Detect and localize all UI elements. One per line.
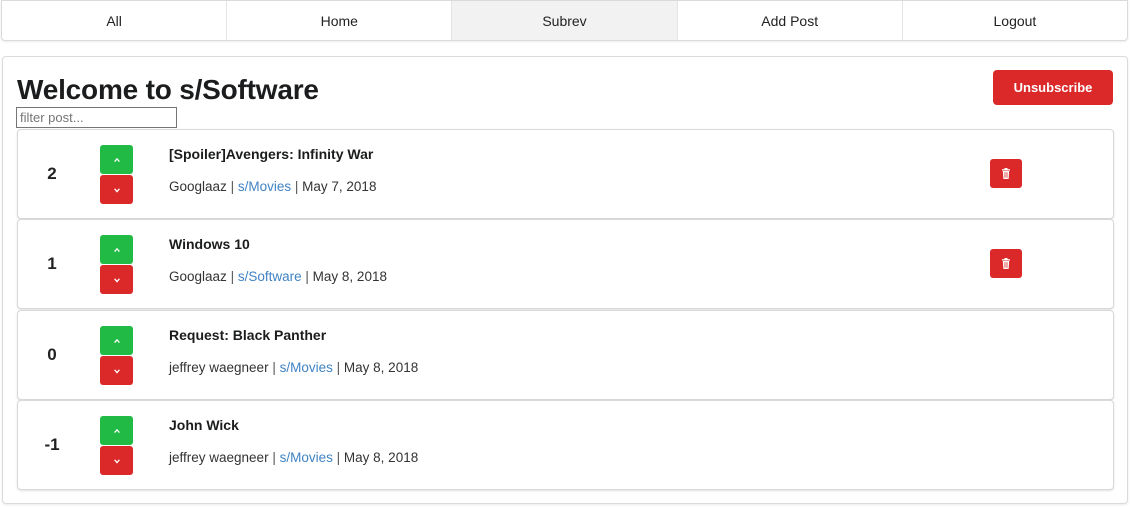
post-title[interactable]: [Spoiler]Avengers: Infinity War (169, 146, 373, 162)
delete-post-button[interactable] (990, 159, 1022, 188)
post-meta: jeffrey waegneer | s/Movies | May 8, 201… (169, 450, 418, 465)
downvote-button[interactable] (100, 356, 133, 385)
unsubscribe-button[interactable]: Unsubscribe (993, 70, 1113, 105)
post-title[interactable]: John Wick (169, 417, 239, 433)
post-title[interactable]: Windows 10 (169, 236, 250, 252)
top-nav: All Home Subrev Add Post Logout (1, 0, 1128, 41)
chevron-up-icon (113, 338, 120, 343)
post-score: 0 (47, 345, 57, 364)
chevron-up-icon (113, 157, 120, 162)
post-meta: jeffrey waegneer | s/Movies | May 8, 201… (169, 360, 418, 375)
downvote-button[interactable] (100, 175, 133, 204)
chevron-up-icon (113, 428, 120, 433)
post-date: May 7, 2018 (302, 179, 377, 194)
nav-item-subrev[interactable]: Subrev (452, 1, 678, 40)
post-author: jeffrey waegneer (169, 450, 269, 465)
post-subrev-link[interactable]: s/Movies (280, 360, 333, 375)
upvote-button[interactable] (100, 145, 133, 174)
downvote-button[interactable] (100, 265, 133, 294)
meta-separator: | (305, 269, 309, 284)
chevron-up-icon (113, 247, 120, 252)
post-author: Googlaaz (169, 179, 227, 194)
trash-icon (1002, 258, 1010, 269)
post-score: 2 (47, 164, 57, 183)
post-date: May 8, 2018 (343, 360, 419, 375)
post-score: -1 (44, 435, 60, 454)
post-author: Googlaaz (169, 269, 227, 284)
nav-item-home[interactable]: Home (227, 1, 453, 40)
chevron-down-icon (113, 187, 120, 193)
meta-separator: | (294, 179, 299, 194)
nav-item-label: Add Post (761, 12, 819, 29)
chevron-down-icon (113, 277, 120, 283)
nav-item-all[interactable]: All (2, 1, 228, 40)
nav-item-logout[interactable]: Logout (903, 1, 1127, 40)
page-title: Welcome to s/Software (17, 74, 319, 105)
subrev-panel: Welcome to s/Software Unsubscribe 2 [Spo… (2, 56, 1128, 504)
upvote-button[interactable] (100, 416, 133, 445)
meta-separator: | (272, 360, 276, 375)
post-subrev-link[interactable]: s/Movies (238, 179, 291, 194)
nav-item-label: Logout (993, 12, 1037, 29)
post-author: jeffrey waegneer (169, 360, 269, 375)
chevron-down-icon (113, 458, 120, 464)
meta-separator: | (230, 179, 235, 194)
post-card: -1 John Wick jeffrey waegneer | s/Movies… (17, 400, 1114, 490)
post-subrev-link[interactable]: s/Movies (280, 450, 333, 465)
chevron-down-icon (113, 368, 120, 374)
post-meta: Googlaaz | s/Movies | May 7, 2018 (169, 179, 376, 194)
meta-separator: | (336, 360, 341, 375)
delete-post-button[interactable] (990, 249, 1022, 278)
filter-input[interactable] (16, 107, 177, 128)
post-subrev-link[interactable]: s/Software (238, 269, 302, 284)
upvote-button[interactable] (100, 235, 133, 264)
post-title[interactable]: Request: Black Panther (169, 327, 326, 343)
nav-item-label: Subrev (542, 12, 587, 29)
upvote-button[interactable] (100, 326, 133, 355)
meta-separator: | (272, 450, 276, 465)
nav-item-label: Home (320, 12, 358, 29)
post-date: May 8, 2018 (343, 450, 419, 465)
post-date: May 8, 2018 (312, 269, 387, 284)
post-card: 1 Windows 10 Googlaaz | s/Software | May… (17, 219, 1114, 309)
trash-icon (1002, 168, 1010, 179)
nav-item-add-post[interactable]: Add Post (678, 1, 903, 40)
post-card: 2 [Spoiler]Avengers: Infinity War Googla… (17, 129, 1114, 219)
meta-separator: | (336, 450, 341, 465)
post-meta: Googlaaz | s/Software | May 8, 2018 (169, 269, 387, 284)
downvote-button[interactable] (100, 446, 133, 475)
nav-item-label: All (106, 12, 122, 29)
post-card: 0 Request: Black Panther jeffrey waegnee… (17, 310, 1114, 400)
post-score: 1 (47, 254, 57, 273)
meta-separator: | (230, 269, 235, 284)
